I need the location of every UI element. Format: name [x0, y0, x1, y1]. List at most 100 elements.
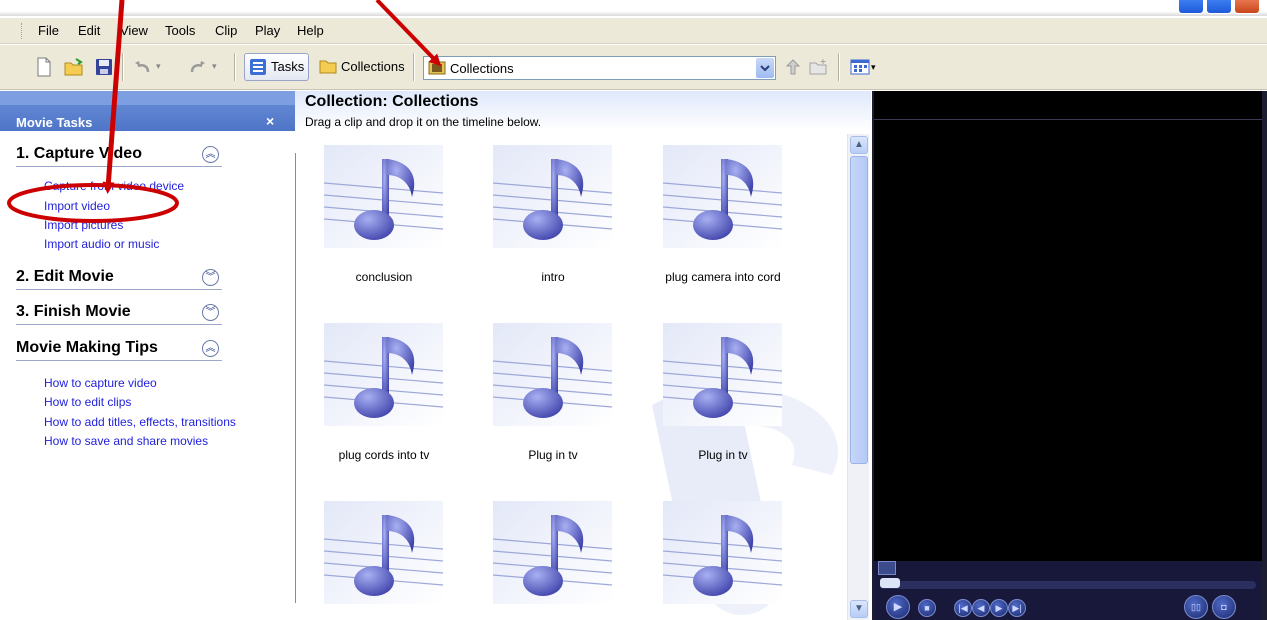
views-icon[interactable] [850, 57, 870, 77]
section-label: 3. Finish Movie [16, 303, 131, 320]
menu-edit[interactable]: Edit [78, 23, 100, 38]
link-import-audio[interactable]: Import audio or music [44, 237, 159, 251]
title-strip [0, 0, 1267, 16]
link-how-edit[interactable]: How to edit clips [44, 395, 131, 409]
link-import-pictures[interactable]: Import pictures [44, 218, 123, 232]
menu-help[interactable]: Help [297, 23, 324, 38]
clip-thumbnail[interactable] [323, 323, 444, 426]
chevron-down-icon[interactable]: ︾ [202, 304, 219, 321]
save-project-icon[interactable] [94, 57, 114, 77]
up-level-icon[interactable] [783, 57, 803, 77]
music-note-icon [323, 145, 444, 248]
music-note-icon [492, 145, 613, 248]
scroll-thumb[interactable] [850, 156, 868, 464]
forward-icon[interactable]: ▶ [990, 599, 1008, 617]
pane-divider [295, 153, 296, 603]
clip-caption[interactable]: Plug in tv [638, 448, 808, 462]
header-texture [0, 91, 295, 105]
link-how-titles[interactable]: How to add titles, effects, transitions [44, 415, 236, 429]
toolbar-separator [122, 53, 124, 81]
section-movie-making-tips[interactable]: Movie Making Tips ︽ [16, 339, 222, 361]
collection-grid: conclusion intro plug camera into cord p… [297, 131, 847, 620]
redo-dropdown-icon[interactable]: ▾ [212, 61, 217, 72]
clip-caption[interactable]: Plug in tv [468, 448, 638, 462]
close-window-button[interactable] [1234, 0, 1260, 14]
new-collection-icon[interactable] [808, 57, 828, 77]
menu-file[interactable]: File [38, 23, 59, 38]
toolbar-separator [413, 53, 415, 81]
chevron-up-icon[interactable]: ︽ [202, 146, 219, 163]
tasks-button[interactable]: Tasks [244, 53, 310, 81]
clip-thumbnail[interactable] [492, 323, 613, 426]
chevron-up-icon[interactable]: ︽ [202, 340, 219, 357]
collection-scrollbar[interactable]: ▲ ▼ [847, 134, 869, 620]
clip-thumbnail[interactable] [323, 501, 444, 604]
section-capture-video[interactable]: 1. Capture Video ︽ [16, 145, 222, 167]
menu-tools[interactable]: Tools [165, 23, 195, 38]
previous-frame-icon[interactable]: |◀ [954, 599, 972, 617]
menu-clip[interactable]: Clip [215, 23, 237, 38]
clip-caption[interactable]: conclusion [299, 270, 469, 284]
open-project-icon[interactable] [64, 57, 84, 77]
movie-tasks-pane: Movie Tasks × 1. Capture Video ︽ Capture… [0, 91, 295, 620]
stop-icon[interactable]: ■ [918, 599, 936, 617]
music-note-icon [662, 145, 783, 248]
link-how-capture[interactable]: How to capture video [44, 376, 157, 390]
link-import-video[interactable]: Import video [44, 199, 110, 213]
collection-header: Collection: Collections Drag a clip and … [295, 91, 871, 131]
tasks-icon [250, 59, 266, 75]
redo-icon[interactable] [188, 57, 208, 77]
collections-button[interactable]: Collections [315, 53, 409, 81]
close-icon[interactable]: × [266, 113, 274, 129]
preview-monitor: ▶ ■ |◀ ◀ ▶ ▶| ▯▯ ◘ [872, 91, 1267, 620]
seek-handle[interactable] [880, 578, 900, 588]
clip-thumbnail[interactable] [662, 501, 783, 604]
clip-thumbnail[interactable] [662, 323, 783, 426]
menu-play[interactable]: Play [255, 23, 280, 38]
toolbar: ▾ ▾ Tasks Collections Collections ▾ [0, 45, 1267, 90]
split-clip-icon[interactable]: ▯▯ [1184, 595, 1208, 619]
menu-bar: File Edit View Tools Clip Play Help [0, 18, 1267, 44]
scroll-down-icon[interactable]: ▼ [850, 600, 868, 618]
clip-thumbnail[interactable] [492, 501, 613, 604]
rewind-icon[interactable]: ◀ [972, 599, 990, 617]
link-capture-from-device[interactable]: Capture from video device [44, 179, 184, 193]
views-dropdown-icon[interactable]: ▾ [871, 62, 876, 73]
new-project-icon[interactable] [34, 57, 54, 77]
undo-icon[interactable] [132, 57, 152, 77]
section-edit-movie[interactable]: 2. Edit Movie ︾ [16, 268, 222, 290]
scroll-up-icon[interactable]: ▲ [850, 136, 868, 154]
music-note-icon [492, 501, 613, 604]
clip-caption[interactable]: plug cords into tv [299, 448, 469, 462]
minimize-button[interactable] [1178, 0, 1204, 14]
section-finish-movie[interactable]: 3. Finish Movie ︾ [16, 303, 222, 325]
clip-caption[interactable]: intro [468, 270, 638, 284]
camera-icon[interactable]: ◘ [1212, 595, 1236, 619]
preview-screen [874, 91, 1262, 561]
seek-bar[interactable] [880, 581, 1256, 589]
collections-label: Collections [341, 59, 405, 74]
music-note-icon [323, 501, 444, 604]
collection-image-icon [428, 61, 446, 75]
maximize-button[interactable] [1206, 0, 1232, 14]
music-note-icon [323, 323, 444, 426]
menu-view[interactable]: View [120, 23, 148, 38]
collections-folder-icon [319, 60, 337, 74]
screen-divider [874, 119, 1262, 120]
chevron-down-icon[interactable] [756, 58, 774, 78]
clip-thumbnail[interactable] [492, 145, 613, 248]
next-frame-icon[interactable]: ▶| [1008, 599, 1026, 617]
movie-maker-window: File Edit View Tools Clip Play Help ▾ ▾ [0, 0, 1267, 620]
music-note-icon [662, 501, 783, 604]
chevron-down-icon[interactable]: ︾ [202, 269, 219, 286]
playback-controls: ▶ ■ |◀ ◀ ▶ ▶| ▯▯ ◘ [874, 561, 1262, 620]
clip-thumbnail[interactable] [662, 145, 783, 248]
clip-caption[interactable]: plug camera into cord [638, 270, 808, 284]
link-how-save[interactable]: How to save and share movies [44, 434, 208, 448]
split-view-icon[interactable] [878, 561, 896, 575]
movie-tasks-header: Movie Tasks × [0, 91, 295, 131]
clip-thumbnail[interactable] [323, 145, 444, 248]
collection-combo[interactable]: Collections [423, 56, 776, 80]
play-icon[interactable]: ▶ [886, 595, 910, 619]
undo-dropdown-icon[interactable]: ▾ [156, 61, 161, 72]
